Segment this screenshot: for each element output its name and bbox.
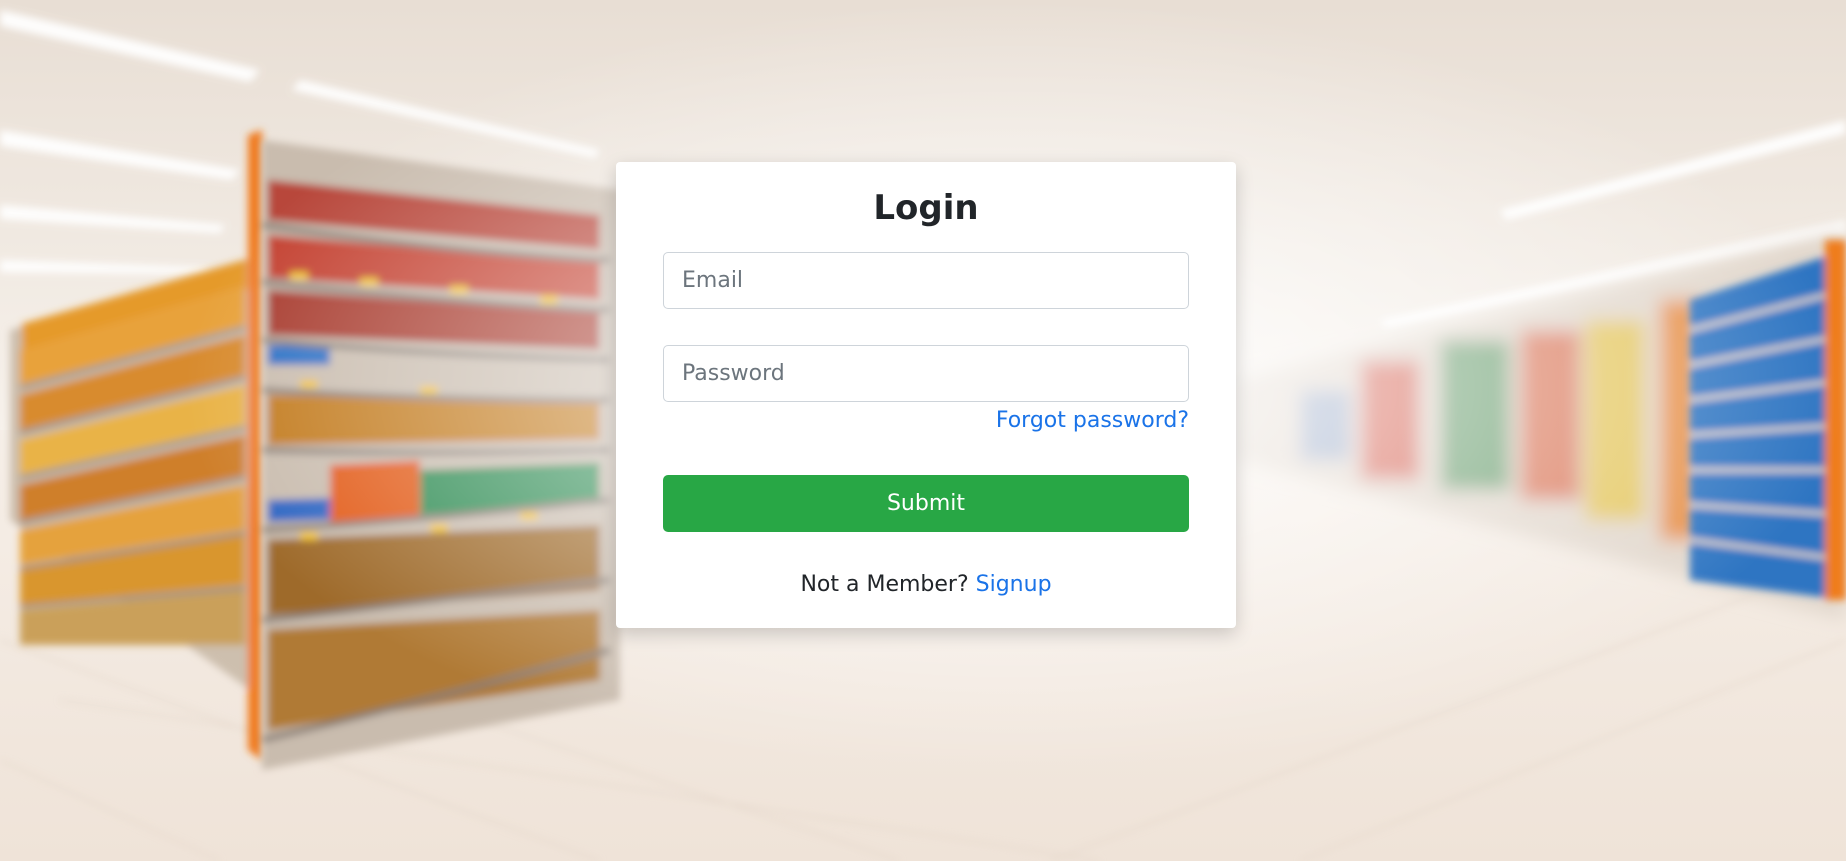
- email-input[interactable]: [663, 252, 1189, 309]
- submit-button[interactable]: Submit: [663, 475, 1189, 532]
- login-card: Login Forgot password? Submit Not a Memb…: [616, 162, 1236, 628]
- login-title: Login: [873, 188, 979, 228]
- signup-prompt: Not a Member? Signup: [616, 572, 1236, 597]
- forgot-password-link[interactable]: Forgot password?: [996, 408, 1189, 433]
- member-prompt-text: Not a Member?: [800, 572, 969, 597]
- signup-link[interactable]: Signup: [976, 572, 1052, 597]
- password-input[interactable]: [663, 345, 1189, 402]
